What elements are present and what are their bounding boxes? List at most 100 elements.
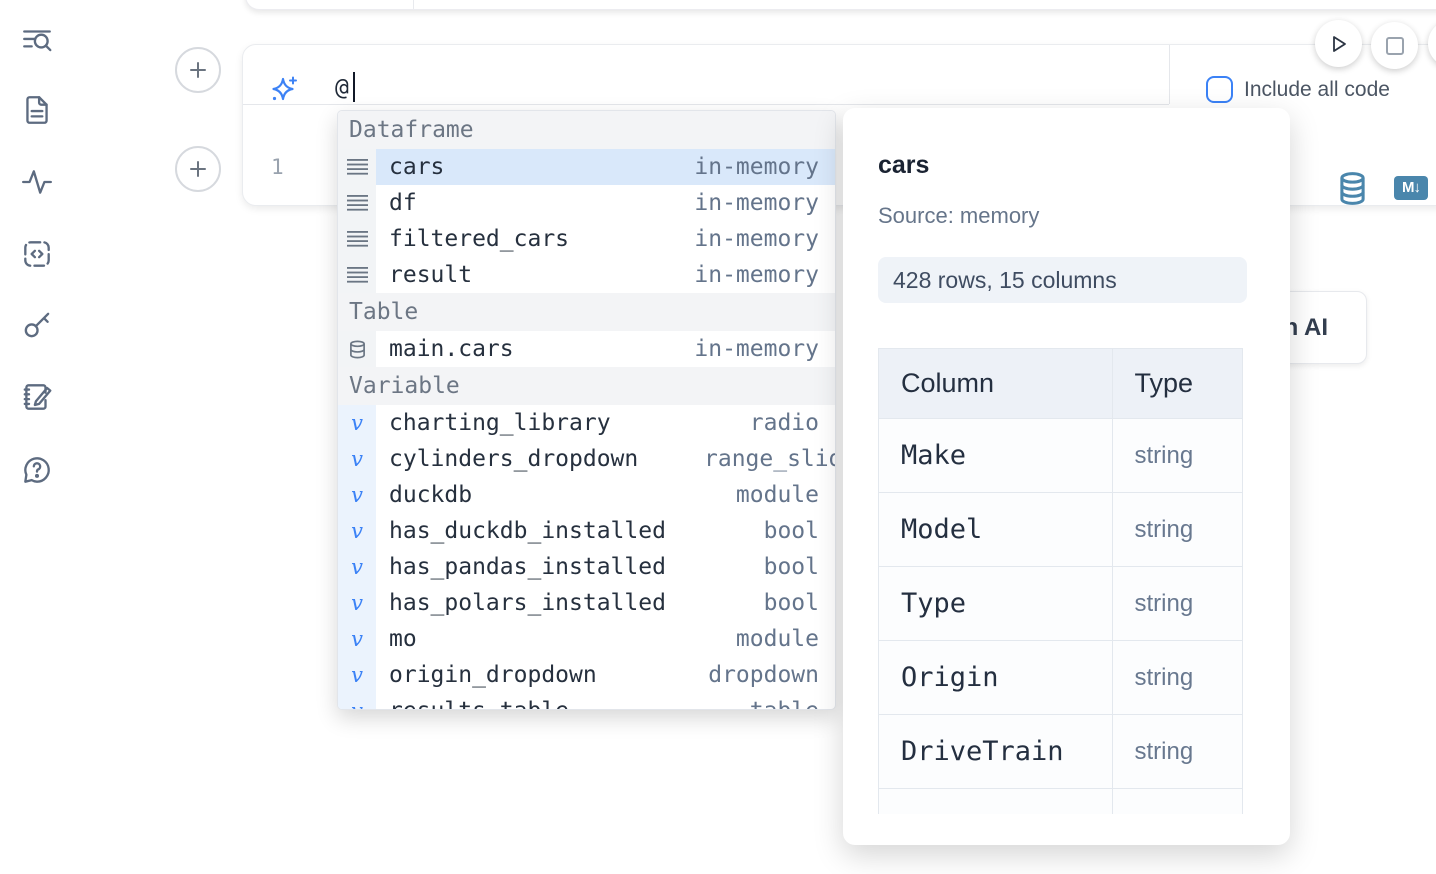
autocomplete-item-body: duckdb module bbox=[376, 477, 835, 513]
schema-column-type bbox=[1112, 789, 1243, 815]
autocomplete-item-has_pandas_installed[interactable]: vhas_pandas_installedbool bbox=[338, 549, 835, 585]
schema-column-type: string bbox=[1112, 493, 1243, 567]
autocomplete-item-type: table bbox=[750, 698, 819, 710]
variable-icon: v bbox=[338, 513, 376, 549]
schema-row bbox=[879, 789, 1243, 815]
variable-icon: v bbox=[338, 585, 376, 621]
code-cell-icon[interactable] bbox=[20, 237, 54, 271]
activity-icon[interactable] bbox=[20, 165, 54, 199]
autocomplete-item-has_duckdb_installed[interactable]: v has_duckdb_installed bool bbox=[338, 513, 835, 549]
autocomplete-item-body: filtered_carsin-memory bbox=[376, 221, 835, 257]
autocomplete-item-name: duckdb bbox=[389, 482, 472, 508]
schema-column-name: Model bbox=[879, 493, 1113, 567]
autocomplete-item-df[interactable]: df in-memory bbox=[338, 185, 835, 221]
notebook-screen: @ Include all code 1 M↓ Dataframecarsin-… bbox=[0, 0, 1436, 874]
autocomplete-item-charting_library[interactable]: vcharting_libraryradio bbox=[338, 405, 835, 441]
autocomplete-item-name: main.cars bbox=[389, 336, 514, 362]
autocomplete-item-results_table[interactable]: v results_table table bbox=[338, 693, 835, 710]
variable-icon: v bbox=[338, 657, 376, 693]
autocomplete-item-type: in-memory bbox=[694, 154, 819, 180]
variable-icon: v bbox=[338, 477, 376, 513]
schema-column-name: Origin bbox=[879, 641, 1113, 715]
schema-column-type: string bbox=[1112, 641, 1243, 715]
panel-source: Source: memory bbox=[878, 203, 1039, 229]
autocomplete-item-mo[interactable]: vmomodule bbox=[338, 621, 835, 657]
schema-column-type: string bbox=[1112, 715, 1243, 789]
list-search-icon[interactable] bbox=[20, 23, 54, 57]
autocomplete-item-main-cars[interactable]: main.cars in-memory bbox=[338, 331, 835, 367]
schema-column-type: string bbox=[1112, 419, 1243, 493]
schema-table-wrap: Column Type MakestringModelstringTypestr… bbox=[878, 348, 1244, 814]
autocomplete-item-name: origin_dropdown bbox=[389, 662, 597, 688]
include-all-code-checkbox[interactable] bbox=[1206, 76, 1233, 103]
markdown-convert-icon[interactable]: M↓ bbox=[1394, 176, 1428, 200]
schema-column-name: Type bbox=[879, 567, 1113, 641]
datasource-icon[interactable] bbox=[1338, 172, 1367, 205]
autocomplete-item-type: bool bbox=[764, 590, 819, 616]
autocomplete-item-type: dropdown bbox=[708, 662, 819, 688]
variable-icon: v bbox=[338, 441, 376, 477]
autocomplete-item-has_polars_installed[interactable]: v has_polars_installed bool bbox=[338, 585, 835, 621]
autocomplete-item-name: df bbox=[389, 190, 417, 216]
schema-header-column: Column bbox=[879, 349, 1113, 419]
autocomplete-item-type: bool bbox=[764, 518, 819, 544]
variable-icon: v bbox=[338, 693, 376, 710]
help-chat-icon[interactable] bbox=[20, 453, 54, 487]
autocomplete-item-duckdb[interactable]: vduckdb module bbox=[338, 477, 835, 513]
add-cell-above-button[interactable] bbox=[175, 47, 221, 93]
autocomplete-item-body: df in-memory bbox=[376, 185, 835, 221]
autocomplete-item-type: radio bbox=[750, 410, 819, 436]
autocomplete-item-body: result in-memory bbox=[376, 257, 835, 293]
autocomplete-item-cars[interactable]: carsin-memory bbox=[338, 149, 835, 185]
autocomplete-item-body: main.cars in-memory bbox=[376, 331, 835, 367]
variable-icon: v bbox=[338, 405, 376, 441]
autocomplete-item-name: result bbox=[389, 262, 472, 288]
schema-row: Typestring bbox=[879, 567, 1243, 641]
schema-row: Modelstring bbox=[879, 493, 1243, 567]
panel-title: cars bbox=[878, 151, 929, 180]
autocomplete-item-name: has_polars_installed bbox=[389, 590, 666, 616]
schema-header-type: Type bbox=[1112, 349, 1243, 419]
autocomplete-item-body: has_duckdb_installed bool bbox=[376, 513, 835, 549]
schema-table: Column Type MakestringModelstringTypestr… bbox=[878, 348, 1243, 814]
schema-column-type: string bbox=[1112, 567, 1243, 641]
autocomplete-item-type: in-memory bbox=[694, 190, 819, 216]
autocomplete-item-body: has_polars_installed bool bbox=[376, 585, 835, 621]
prompt-input[interactable]: @ bbox=[335, 75, 349, 101]
autocomplete-item-name: mo bbox=[389, 626, 417, 652]
autocomplete-section-header: Dataframe bbox=[338, 111, 835, 149]
variable-icon: v bbox=[338, 549, 376, 585]
autocomplete-section-header: Variable bbox=[338, 367, 835, 405]
autocomplete-item-result[interactable]: result in-memory bbox=[338, 257, 835, 293]
code-line-number: 1 bbox=[271, 155, 284, 179]
key-icon[interactable] bbox=[20, 308, 54, 342]
autocomplete-item-name: has_pandas_installed bbox=[389, 554, 666, 580]
autocomplete-item-body: origin_dropdown dropdown bbox=[376, 657, 835, 693]
autocomplete-item-type: module bbox=[736, 482, 819, 508]
autocomplete-item-type: in-memory bbox=[694, 336, 819, 362]
autocomplete-item-origin_dropdown[interactable]: v origin_dropdown dropdown bbox=[338, 657, 835, 693]
autocomplete-item-body: carsin-memory bbox=[376, 149, 835, 185]
notebook-edit-icon[interactable] bbox=[20, 380, 54, 414]
stop-cell-button[interactable] bbox=[1371, 22, 1418, 69]
autocomplete-item-name: results_table bbox=[389, 698, 569, 710]
autocomplete-item-body: has_pandas_installedbool bbox=[376, 549, 835, 585]
document-icon[interactable] bbox=[20, 93, 54, 127]
autocomplete-item-name: has_duckdb_installed bbox=[389, 518, 666, 544]
prompt-checkbox-divider bbox=[1169, 45, 1170, 104]
autocomplete-item-type: in-memory bbox=[694, 262, 819, 288]
ai-sparkle-icon bbox=[270, 75, 298, 103]
add-cell-below-button[interactable] bbox=[175, 146, 221, 192]
dataframe-icon bbox=[338, 257, 376, 293]
run-cell-button[interactable] bbox=[1315, 20, 1362, 67]
dataframe-icon bbox=[338, 185, 376, 221]
schema-row: Makestring bbox=[879, 419, 1243, 493]
autocomplete-item-name: filtered_cars bbox=[389, 226, 569, 252]
schema-column-name: DriveTrain bbox=[879, 715, 1113, 789]
autocomplete-item-body: charting_libraryradio bbox=[376, 405, 835, 441]
previous-cell-gutter-divider bbox=[413, 0, 414, 9]
include-all-code-label: Include all code bbox=[1244, 78, 1390, 102]
autocomplete-item-body: momodule bbox=[376, 621, 835, 657]
autocomplete-item-cylinders_dropdown[interactable]: vcylinders_dropdownrange_slider bbox=[338, 441, 835, 477]
autocomplete-item-filtered_cars[interactable]: filtered_carsin-memory bbox=[338, 221, 835, 257]
